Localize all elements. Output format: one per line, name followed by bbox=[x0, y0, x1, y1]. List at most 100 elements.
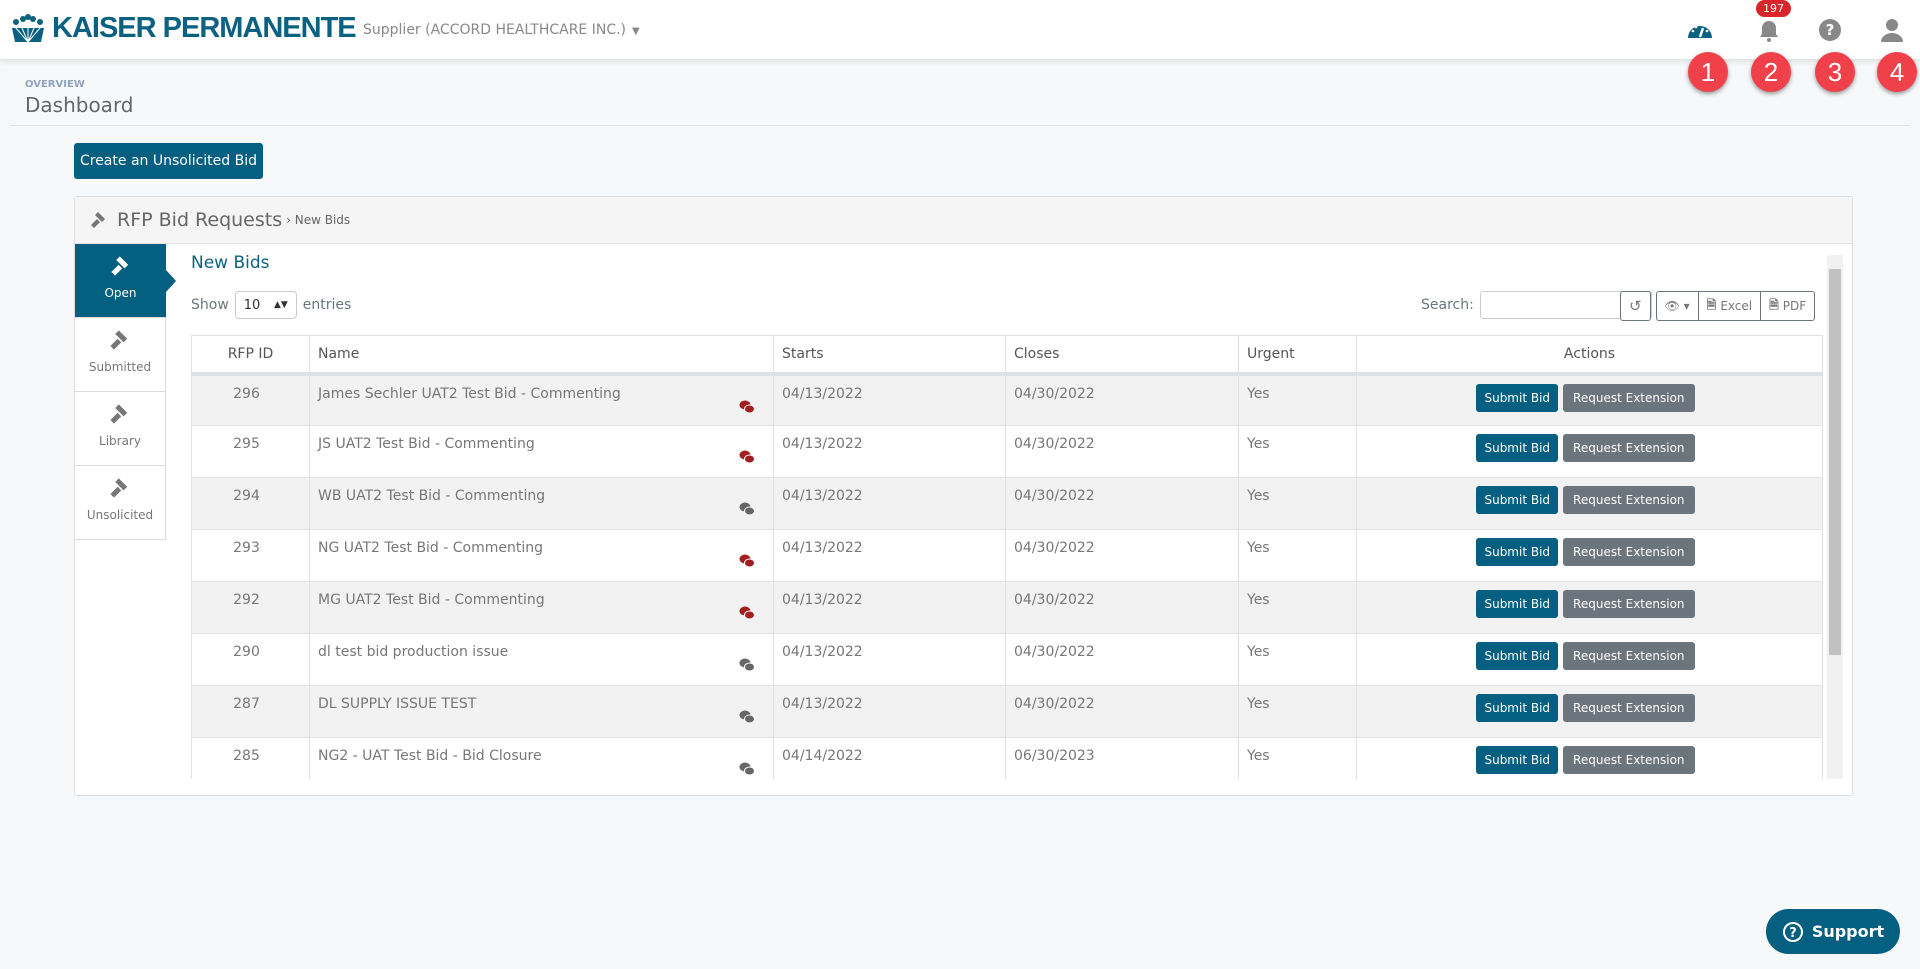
dashboard-gauge-icon[interactable] bbox=[1686, 16, 1714, 44]
comments-icon[interactable] bbox=[739, 710, 755, 724]
submit-bid-button[interactable]: Submit Bid bbox=[1476, 746, 1559, 774]
marker-4: 4 bbox=[1877, 52, 1917, 92]
col-name[interactable]: Name bbox=[309, 335, 774, 376]
kaiser-logo[interactable]: KAISER PERMANENTE bbox=[10, 12, 357, 45]
column-visibility-button[interactable]: 👁 ▾ bbox=[1657, 292, 1699, 320]
pdf-button[interactable]: 🗎 PDF bbox=[1761, 292, 1814, 320]
submit-bid-button[interactable]: Submit Bid bbox=[1476, 642, 1559, 670]
tab-unsolicited[interactable]: Unsolicited bbox=[75, 466, 166, 540]
export-group: 👁 ▾ 🗎 Excel 🗎 PDF bbox=[1655, 291, 1816, 321]
request-extension-button[interactable]: Request Extension bbox=[1563, 590, 1695, 618]
submit-bid-button[interactable]: Submit Bid bbox=[1476, 383, 1559, 412]
bid-name-cell: NG2 - UAT Test Bid - Bid Closure bbox=[309, 737, 774, 779]
request-extension-button[interactable]: Request Extension bbox=[1563, 746, 1695, 774]
urgent-value: Yes bbox=[1238, 425, 1357, 478]
actions-cell: Submit Bid Request Extension bbox=[1356, 373, 1823, 426]
bid-name: MG UAT2 Test Bid - Commenting bbox=[318, 592, 545, 608]
bid-name: dl test bid production issue bbox=[318, 644, 509, 660]
tab-open[interactable]: Open bbox=[75, 244, 176, 318]
col-urgent[interactable]: Urgent bbox=[1238, 335, 1357, 376]
tab-label: Library bbox=[99, 434, 141, 448]
support-button[interactable]: ? Support bbox=[1766, 909, 1900, 954]
rfp-bid-requests-panel: RFP Bid Requests › New Bids Open Submitt… bbox=[74, 196, 1853, 796]
notification-badge: 197 bbox=[1756, 0, 1791, 17]
comments-icon[interactable] bbox=[739, 554, 755, 568]
submit-bid-button[interactable]: Submit Bid bbox=[1476, 538, 1559, 566]
table-tools: ↺ 👁 ▾ 🗎 Excel 🗎 PDF bbox=[1620, 291, 1816, 321]
user-profile-icon[interactable] bbox=[1878, 16, 1906, 44]
submit-bid-button[interactable]: Submit Bid bbox=[1476, 434, 1559, 462]
request-extension-button[interactable]: Request Extension bbox=[1563, 383, 1695, 412]
actions-cell: Submit Bid Request Extension bbox=[1356, 581, 1823, 634]
logo-text: KAISER PERMANENTE bbox=[52, 12, 357, 44]
comments-icon[interactable] bbox=[739, 606, 755, 620]
table-row: 294 WB UAT2 Test Bid - Commenting 04/13/… bbox=[191, 477, 1823, 530]
starts-date: 04/13/2022 bbox=[773, 373, 1006, 426]
actions-cell: Submit Bid Request Extension bbox=[1356, 737, 1823, 779]
bid-name-cell: JS UAT2 Test Bid - Commenting bbox=[309, 425, 774, 478]
col-starts[interactable]: Starts bbox=[773, 335, 1006, 376]
submit-bid-button[interactable]: Submit Bid bbox=[1476, 694, 1559, 722]
bid-name: James Sechler UAT2 Test Bid - Commenting bbox=[318, 385, 621, 402]
tab-library[interactable]: Library bbox=[75, 392, 166, 466]
supplier-dropdown[interactable]: Supplier (ACCORD HEALTHCARE INC.) ▼ bbox=[363, 22, 640, 38]
pdf-label: PDF bbox=[1782, 299, 1807, 313]
submit-bid-button[interactable]: Submit Bid bbox=[1476, 590, 1559, 618]
panel-breadcrumb: › New Bids bbox=[286, 213, 351, 227]
marker-1: 1 bbox=[1688, 52, 1728, 92]
comments-icon[interactable] bbox=[739, 450, 755, 464]
urgent-value: Yes bbox=[1238, 529, 1357, 582]
table-row: 287 DL SUPPLY ISSUE TEST 04/13/2022 04/3… bbox=[191, 685, 1823, 738]
scrollbar-thumb[interactable] bbox=[1829, 269, 1841, 655]
closes-date: 04/30/2022 bbox=[1005, 373, 1239, 426]
col-rfp-id[interactable]: RFP ID bbox=[191, 335, 310, 376]
entries-control: Show 10 ▲▼ entries bbox=[191, 291, 351, 319]
request-extension-button[interactable]: Request Extension bbox=[1563, 434, 1695, 462]
comments-icon[interactable] bbox=[739, 658, 755, 672]
table-row: 295 JS UAT2 Test Bid - Commenting 04/13/… bbox=[191, 425, 1823, 478]
submit-bid-button[interactable]: Submit Bid bbox=[1476, 486, 1559, 514]
urgent-value: Yes bbox=[1238, 581, 1357, 634]
request-extension-button[interactable]: Request Extension bbox=[1563, 538, 1695, 566]
comments-icon[interactable] bbox=[739, 502, 755, 516]
notification-bell-icon[interactable] bbox=[1755, 16, 1783, 44]
excel-button[interactable]: 🗎 Excel bbox=[1699, 292, 1762, 320]
reset-button[interactable]: ↺ bbox=[1620, 291, 1651, 321]
search-label: Search: bbox=[1421, 297, 1474, 313]
urgent-value: Yes bbox=[1238, 737, 1357, 779]
request-extension-button[interactable]: Request Extension bbox=[1563, 642, 1695, 670]
table-row: 292 MG UAT2 Test Bid - Commenting 04/13/… bbox=[191, 581, 1823, 634]
table-row: 290 dl test bid production issue 04/13/2… bbox=[191, 633, 1823, 686]
sort-updown-icon: ▲▼ bbox=[273, 300, 288, 310]
section-title: New Bids bbox=[191, 253, 270, 273]
starts-date: 04/13/2022 bbox=[773, 529, 1006, 582]
rfp-id: 296 bbox=[191, 373, 310, 426]
bids-table-wrapper: RFP ID Name Starts Closes Urgent Actions… bbox=[191, 335, 1823, 779]
divider bbox=[10, 125, 1910, 126]
svg-text:?: ? bbox=[1826, 21, 1835, 39]
rfp-id: 290 bbox=[191, 633, 310, 686]
tab-submitted[interactable]: Submitted bbox=[75, 318, 166, 392]
comments-icon[interactable] bbox=[739, 762, 755, 776]
col-closes[interactable]: Closes bbox=[1005, 335, 1239, 376]
supplier-label: Supplier (ACCORD HEALTHCARE INC.) bbox=[363, 22, 627, 38]
gavel-icon bbox=[91, 212, 105, 228]
entries-select[interactable]: 10 ▲▼ bbox=[234, 291, 297, 319]
marker-3: 3 bbox=[1815, 52, 1855, 92]
request-extension-button[interactable]: Request Extension bbox=[1563, 486, 1695, 514]
urgent-value: Yes bbox=[1238, 477, 1357, 530]
table-scrollbar[interactable] bbox=[1827, 255, 1843, 779]
entries-label: entries bbox=[302, 297, 352, 313]
rfp-id: 292 bbox=[191, 581, 310, 634]
create-unsolicited-bid-button[interactable]: Create an Unsolicited Bid bbox=[74, 143, 263, 179]
top-header: KAISER PERMANENTE Supplier (ACCORD HEALT… bbox=[0, 0, 1920, 59]
show-label: Show bbox=[191, 297, 229, 313]
bid-name: NG UAT2 Test Bid - Commenting bbox=[318, 540, 544, 556]
closes-date: 04/30/2022 bbox=[1005, 581, 1239, 634]
request-extension-button[interactable]: Request Extension bbox=[1563, 694, 1695, 722]
help-icon[interactable]: ? bbox=[1816, 16, 1844, 44]
actions-cell: Submit Bid Request Extension bbox=[1356, 425, 1823, 478]
urgent-value: Yes bbox=[1238, 373, 1357, 426]
actions-cell: Submit Bid Request Extension bbox=[1356, 529, 1823, 582]
comments-icon[interactable] bbox=[739, 400, 755, 414]
